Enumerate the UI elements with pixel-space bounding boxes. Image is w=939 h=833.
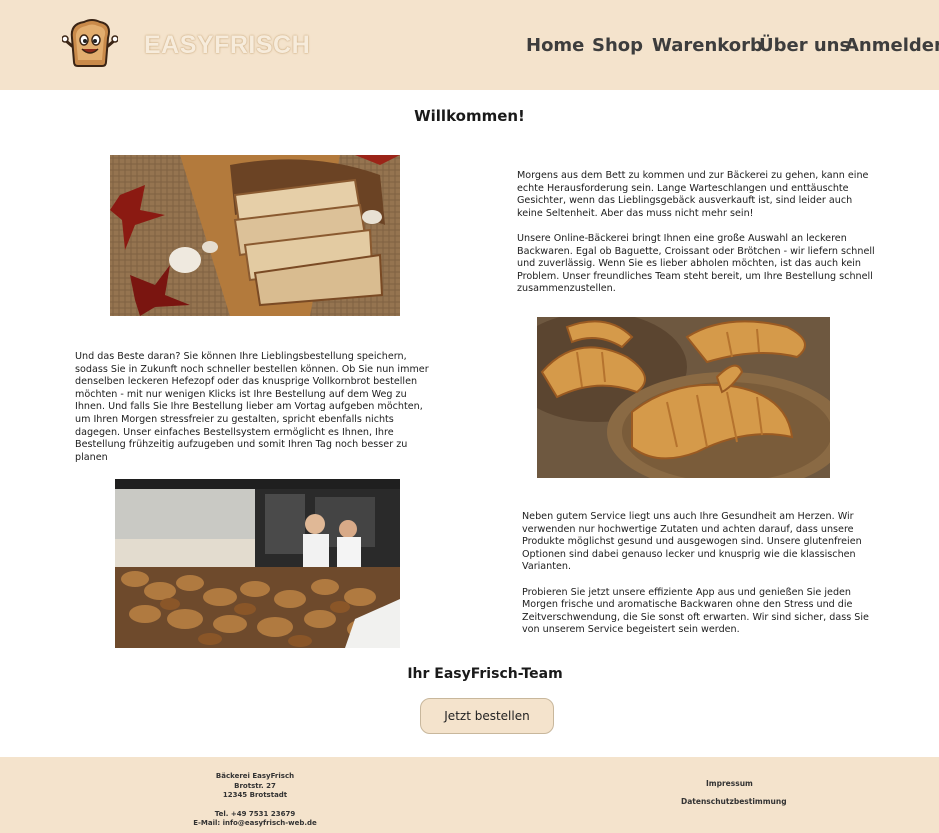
nav-anmelden[interactable]: Anmelden [845, 35, 939, 56]
nav-ueber-uns[interactable]: Über uns [759, 35, 850, 56]
impressum-link[interactable]: Impressum [706, 779, 753, 788]
favorites-text: Und das Beste daran? Sie können Ihre Lie… [75, 351, 437, 464]
footer-street: Brotstr. 27 [234, 781, 276, 790]
paragraph-favorites: Und das Beste daran? Sie können Ihre Lie… [75, 351, 429, 463]
footer-city: 12345 Brotstadt [222, 791, 288, 799]
footer-address: Bäckerei EasyFrisch Brotstr. 27 12345 Br… [155, 772, 355, 829]
order-now-button[interactable]: Jetzt bestellen [420, 698, 554, 734]
croissants-photo [537, 317, 830, 478]
footer-email[interactable]: E-Mail: info@easyfrisch-web.de [155, 819, 355, 829]
bakery-shop-photo [115, 479, 400, 648]
page-title: Willkommen! [414, 107, 525, 125]
paragraph-health: Neben gutem Service liegt uns auch Ihre … [522, 511, 862, 573]
site-footer: Bäckerei EasyFrisch Brotstr. 27 12345 Br… [0, 757, 939, 833]
team-signoff: Ihr EasyFrisch-Team [407, 666, 563, 682]
quality-text: Neben gutem Service liegt uns auch Ihre … [522, 511, 878, 637]
paragraph-try-app: Probieren Sie jetzt unsere effiziente Ap… [522, 586, 869, 636]
nav-shop[interactable]: Shop [592, 35, 643, 56]
brand-name[interactable]: EASYFRISCH [144, 31, 310, 60]
bread-photo [110, 155, 400, 316]
site-header: EASYFRISCH Home Shop Warenkorb Über uns … [0, 0, 939, 90]
datenschutz-link[interactable]: Datenschutzbestimmung [681, 797, 787, 806]
footer-phone: Tel. +49 7531 23679 [214, 809, 296, 818]
paragraph-intro: Morgens aus dem Bett zu kommen und zur B… [517, 170, 869, 219]
bread-mascot-logo[interactable] [61, 16, 119, 72]
footer-company: Bäckerei EasyFrisch [215, 772, 295, 780]
nav-home[interactable]: Home [526, 35, 584, 56]
nav-warenkorb[interactable]: Warenkorb [652, 35, 763, 56]
paragraph-online-bakery: Unsere Online-Bäckerei bringt Ihnen eine… [517, 232, 875, 295]
intro-text: Morgens aus dem Bett zu kommen und zur B… [517, 170, 879, 296]
